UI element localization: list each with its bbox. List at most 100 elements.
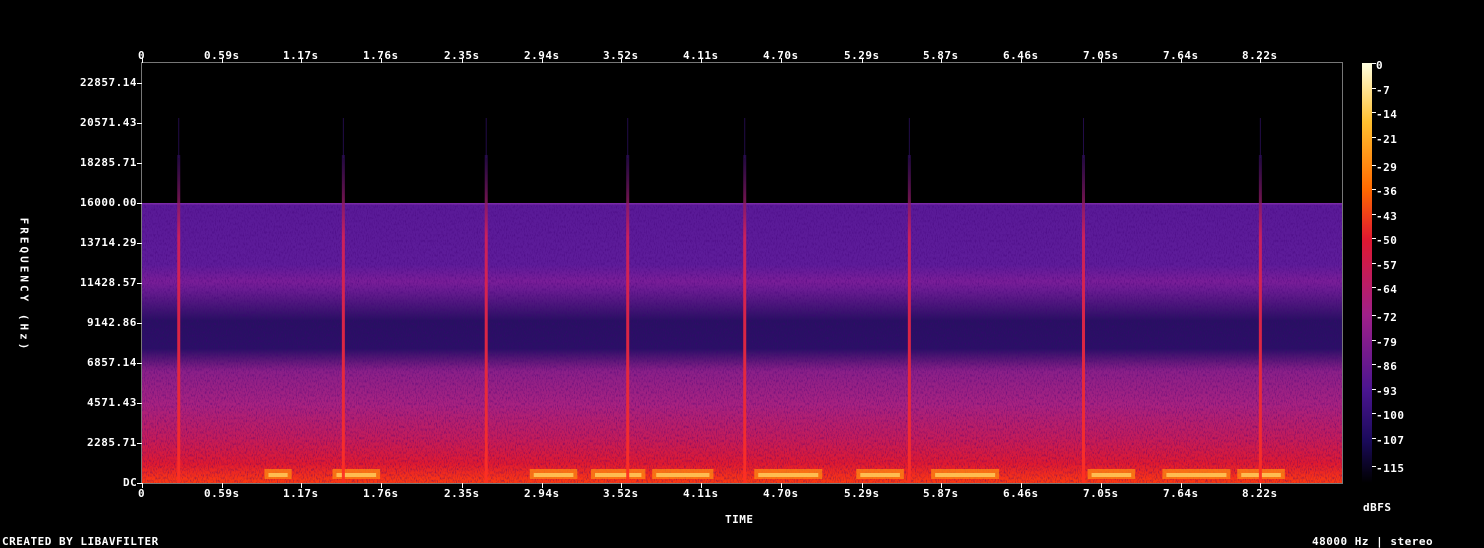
- colorbar-tick-label: -86: [1376, 360, 1398, 373]
- x-tick-label-bottom: 2.35s: [444, 487, 480, 500]
- x-tick-label-bottom: 5.29s: [844, 487, 880, 500]
- colorbar-tick-label: -100: [1376, 409, 1405, 422]
- y-axis-label-wrap: FREQUENCY (Hz): [17, 215, 31, 355]
- colorbar-tick-label: -36: [1376, 185, 1398, 198]
- low-frequency-burst-core: [935, 473, 996, 477]
- x-tick-label-bottom: 3.52s: [603, 487, 639, 500]
- y-tick-label: 2285.71: [87, 436, 137, 449]
- y-tick: [137, 443, 142, 444]
- colorbar: [1362, 63, 1372, 483]
- y-tick-label: 9142.86: [87, 316, 137, 329]
- colorbar-tick-label: -29: [1376, 161, 1398, 174]
- x-tick-label-bottom: 1.17s: [283, 487, 319, 500]
- x-tick-label-bottom: 8.22s: [1242, 487, 1278, 500]
- x-tick-label-top: 4.70s: [763, 49, 799, 62]
- low-frequency-burst-core: [758, 473, 819, 477]
- y-tick-label: 16000.00: [80, 196, 137, 209]
- colorbar-tick-label: -50: [1376, 234, 1398, 247]
- transient-tail: [1082, 118, 1084, 158]
- transient-tail: [908, 118, 910, 158]
- colorbar-tick-label: -107: [1376, 434, 1405, 447]
- footer-info: 48000 Hz | stereo: [1312, 535, 1434, 548]
- transient-spike: [907, 155, 911, 483]
- x-tick-label-bottom: 2.94s: [524, 487, 560, 500]
- x-tick-label-bottom: 7.64s: [1163, 487, 1199, 500]
- colorbar-tick-label: -93: [1376, 385, 1398, 398]
- footer-credit: CREATED BY LIBAVFILTER: [2, 535, 159, 548]
- colorbar-tick-label: -64: [1376, 283, 1398, 296]
- x-tick-label-top: 0.59s: [204, 49, 240, 62]
- colorbar-tick-label: -14: [1376, 108, 1398, 121]
- x-tick-label-top: 1.17s: [283, 49, 319, 62]
- x-tick-label-top: 7.64s: [1163, 49, 1199, 62]
- transient-spike: [743, 155, 747, 483]
- x-tick-label-bottom: 0: [138, 487, 146, 500]
- x-tick-label-top: 6.46s: [1003, 49, 1039, 62]
- colorbar-tick-label: -43: [1376, 210, 1398, 223]
- x-tick-label-bottom: 4.11s: [683, 487, 719, 500]
- y-tick: [137, 363, 142, 364]
- y-tick-label: 22857.14: [80, 76, 137, 89]
- y-tick: [137, 243, 142, 244]
- transient-spike: [177, 155, 181, 483]
- low-frequency-burst-core: [533, 473, 574, 477]
- low-frequency-burst-core: [594, 473, 642, 477]
- transient-spike: [1081, 155, 1085, 483]
- x-tick-label-bottom: 7.05s: [1083, 487, 1119, 500]
- x-tick-label-top: 3.52s: [603, 49, 639, 62]
- colorbar-tick-label: -72: [1376, 311, 1398, 324]
- y-tick: [137, 283, 142, 284]
- transient-spike: [626, 155, 630, 483]
- colorbar-tick-label: -115: [1376, 462, 1405, 475]
- transient-tail: [178, 118, 180, 158]
- y-tick: [137, 483, 142, 484]
- lowpass-cutoff-edge: [142, 203, 1342, 205]
- y-tick: [137, 323, 142, 324]
- transient-tail: [485, 118, 487, 158]
- x-tick-label-bottom: 5.87s: [923, 487, 959, 500]
- colorbar-tick-label: -21: [1376, 133, 1398, 146]
- transient-tail: [627, 118, 629, 158]
- low-frequency-burst-core: [1091, 473, 1132, 477]
- y-tick-label: 11428.57: [80, 276, 137, 289]
- low-frequency-burst-core: [1166, 473, 1227, 477]
- colorbar-label: dBFS: [1363, 501, 1392, 514]
- colorbar-tick-label: -7: [1376, 84, 1391, 97]
- transient-spike: [341, 155, 345, 483]
- y-tick: [137, 403, 142, 404]
- x-tick-label-top: 1.76s: [363, 49, 399, 62]
- low-frequency-burst-core: [860, 473, 900, 477]
- transient-spike: [1258, 155, 1262, 483]
- spectrogram-plot: [142, 118, 1342, 483]
- y-tick-label: 4571.43: [87, 396, 137, 409]
- x-tick-label-top: 0: [138, 49, 146, 62]
- colorbar-tick-label: 0: [1376, 59, 1384, 72]
- x-tick-label-bottom: 6.46s: [1003, 487, 1039, 500]
- y-tick: [137, 83, 142, 84]
- low-frequency-burst-core: [656, 473, 710, 477]
- x-tick-label-top: 5.29s: [844, 49, 880, 62]
- transient-spike: [484, 155, 488, 483]
- spectrogram-frame: [141, 62, 1343, 484]
- transient-tail: [342, 118, 344, 158]
- x-tick-label-top: 8.22s: [1242, 49, 1278, 62]
- x-tick-label-top: 4.11s: [683, 49, 719, 62]
- y-tick-label: 18285.71: [80, 156, 137, 169]
- x-tick-label-top: 2.35s: [444, 49, 480, 62]
- transient-tail: [744, 118, 746, 158]
- colorbar-tick-label: -79: [1376, 336, 1398, 349]
- colorbar-tick-label: -57: [1376, 259, 1398, 272]
- transient-tail: [1259, 118, 1261, 158]
- x-tick-label-top: 5.87s: [923, 49, 959, 62]
- x-tick-label-bottom: 0.59s: [204, 487, 240, 500]
- x-tick-label-bottom: 1.76s: [363, 487, 399, 500]
- y-tick-label: DC: [123, 476, 138, 489]
- y-tick: [137, 123, 142, 124]
- x-tick-label-top: 7.05s: [1083, 49, 1119, 62]
- y-tick: [137, 203, 142, 204]
- x-axis-label: TIME: [725, 513, 754, 526]
- y-tick: [137, 163, 142, 164]
- y-tick-label: 13714.29: [80, 236, 137, 249]
- spectral-noise-texture: [142, 203, 1342, 483]
- low-frequency-burst-core: [268, 473, 288, 477]
